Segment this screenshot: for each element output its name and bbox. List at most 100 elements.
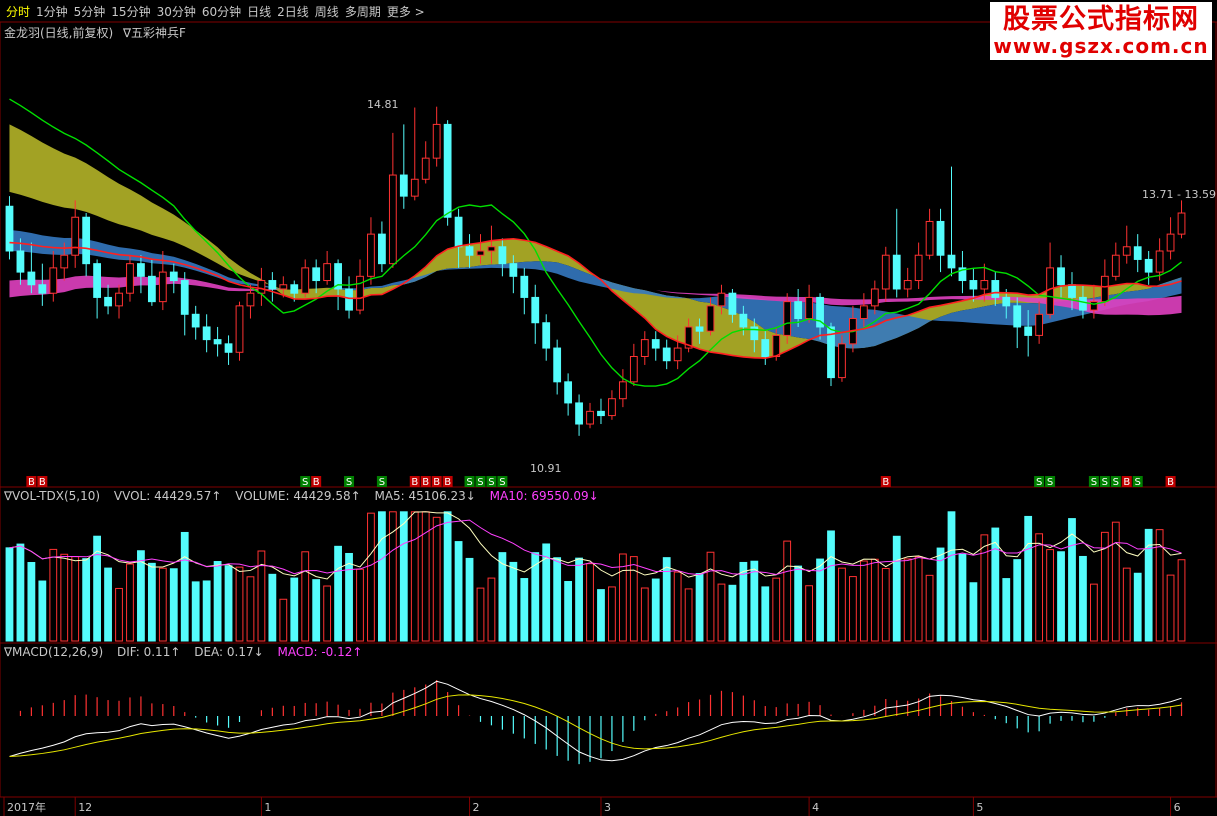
chart-canvas: BBSBSSBBBBSSSSBSSSSSBSB 2017年 12 1 2 3 4 5 6 14… <box>0 21 1217 816</box>
volume-bar-29 <box>323 585 332 642</box>
candle-body-51 <box>564 381 573 404</box>
candle-body-54 <box>597 410 605 417</box>
vol-indicator-name[interactable]: ∇VOL-TDX(5,10) <box>4 489 100 503</box>
candle-body-83 <box>914 254 923 282</box>
volume-bar-65 <box>717 583 726 642</box>
candle-body-47 <box>520 275 529 298</box>
signal-markers: BBSBSSBBBBSSSSBSSSSSBSB <box>26 476 1176 488</box>
vol-panel-header: ∇VOL-TDX(5,10) VVOL: 44429.57↑ VOLUME: 4… <box>4 489 609 503</box>
signal-label-15: S <box>1036 477 1042 488</box>
candle-body-13 <box>147 275 156 303</box>
volume-bar-66 <box>728 584 737 642</box>
signal-label-4: S <box>346 477 352 488</box>
volume-bar-2 <box>27 562 36 642</box>
signal-label-22: B <box>1167 477 1174 488</box>
volume-bar-57 <box>629 556 638 642</box>
volume-bar-59 <box>651 578 660 642</box>
period-tab-10[interactable]: 更多 > <box>387 3 425 20</box>
volume-bar-81 <box>892 535 901 642</box>
candle-body-48 <box>531 296 540 324</box>
candle-body-46 <box>509 263 518 277</box>
volume-bar-72 <box>794 565 803 642</box>
volume-bar-42 <box>465 557 474 642</box>
volume-bar-54 <box>597 589 605 642</box>
volume-bar-24 <box>268 573 277 642</box>
volume-bar-43 <box>476 587 485 642</box>
volume-bar-40 <box>443 511 452 642</box>
candle-body-89 <box>980 280 989 290</box>
candle-body-85 <box>936 220 945 256</box>
period-tab-8[interactable]: 周线 <box>315 3 339 20</box>
period-tab-3[interactable]: 15分钟 <box>111 3 150 20</box>
volume-bar-22 <box>246 576 255 642</box>
volume-bar-50 <box>553 557 562 642</box>
candle-body-73 <box>805 296 813 320</box>
signal-label-12: S <box>488 477 494 488</box>
candle-body-42 <box>465 246 474 256</box>
candle-body-33 <box>367 233 375 277</box>
candle-body-6 <box>71 216 80 256</box>
candle-body-1 <box>16 250 25 273</box>
volume-bar-5 <box>60 553 69 642</box>
volume-bar-73 <box>805 585 813 642</box>
candle-body-21 <box>235 305 244 353</box>
indicator-name[interactable]: ∇五彩神兵F <box>123 26 186 40</box>
candle-body-15 <box>169 271 178 282</box>
period-tab-9[interactable]: 多周期 <box>345 3 381 20</box>
volume-bar-97 <box>1068 518 1076 642</box>
volume-bar-44 <box>487 577 496 642</box>
period-tab-4[interactable]: 30分钟 <box>157 3 196 20</box>
volume-value: VOLUME: 44429.58↑ <box>235 489 361 503</box>
volume-bar-7 <box>82 558 91 642</box>
volume-bar-12 <box>137 550 145 642</box>
signal-label-0: B <box>28 477 35 488</box>
period-tab-6[interactable]: 日线 <box>247 3 271 20</box>
candle-body-34 <box>378 233 386 265</box>
candle-body-37 <box>410 178 419 197</box>
candle-body-41 <box>454 216 463 248</box>
volume-bar-37 <box>410 511 419 642</box>
volume-bar-96 <box>1057 551 1065 642</box>
candle-body-18 <box>202 326 211 341</box>
period-tab-1[interactable]: 1分钟 <box>36 3 68 20</box>
candle-body-8 <box>93 263 102 298</box>
candle-body-49 <box>542 322 551 349</box>
candle-body-43 <box>476 250 485 256</box>
volume-bar-101 <box>1111 521 1120 642</box>
volume-bar-45 <box>498 552 507 642</box>
volume-bar-53 <box>586 563 594 642</box>
low-price-label: 10.91 <box>530 462 562 475</box>
volume-bar-26 <box>290 577 299 642</box>
volume-bar-91 <box>1002 578 1011 642</box>
candle-body-98 <box>1079 296 1087 311</box>
volume-bar-55 <box>608 586 616 642</box>
candle-body-88 <box>969 280 978 290</box>
candle-body-45 <box>498 246 507 265</box>
candle-body-28 <box>312 267 321 282</box>
period-tab-2[interactable]: 5分钟 <box>74 3 106 20</box>
volume-bar-68 <box>750 560 759 642</box>
volume-bar-18 <box>202 580 211 642</box>
signal-label-3: B <box>313 477 320 488</box>
period-tab-7[interactable]: 2日线 <box>277 3 309 20</box>
period-tab-0[interactable]: 分时 <box>6 3 30 20</box>
candle-body-40 <box>443 123 452 218</box>
signal-label-10: S <box>466 477 472 488</box>
high-price-label: 14.81 <box>367 98 399 111</box>
candle-body-99 <box>1089 301 1098 311</box>
candle-body-101 <box>1111 254 1120 277</box>
macd-value: MACD: -0.12↑ <box>277 645 363 659</box>
macd-indicator-name[interactable]: ∇MACD(12,26,9) <box>4 645 103 659</box>
candle-body-86 <box>947 254 956 269</box>
candle-body-97 <box>1068 284 1076 298</box>
candle-body-72 <box>794 301 803 320</box>
candle-body-12 <box>137 263 145 277</box>
candle-body-106 <box>1166 233 1175 252</box>
candle-body-65 <box>717 292 726 307</box>
axis-label-2: 1 <box>264 801 271 814</box>
period-tab-5[interactable]: 60分钟 <box>202 3 241 20</box>
volume-bar-88 <box>969 582 978 642</box>
candle-body-52 <box>575 402 583 425</box>
candle-body-11 <box>126 263 134 294</box>
candle-body-26 <box>290 284 299 294</box>
